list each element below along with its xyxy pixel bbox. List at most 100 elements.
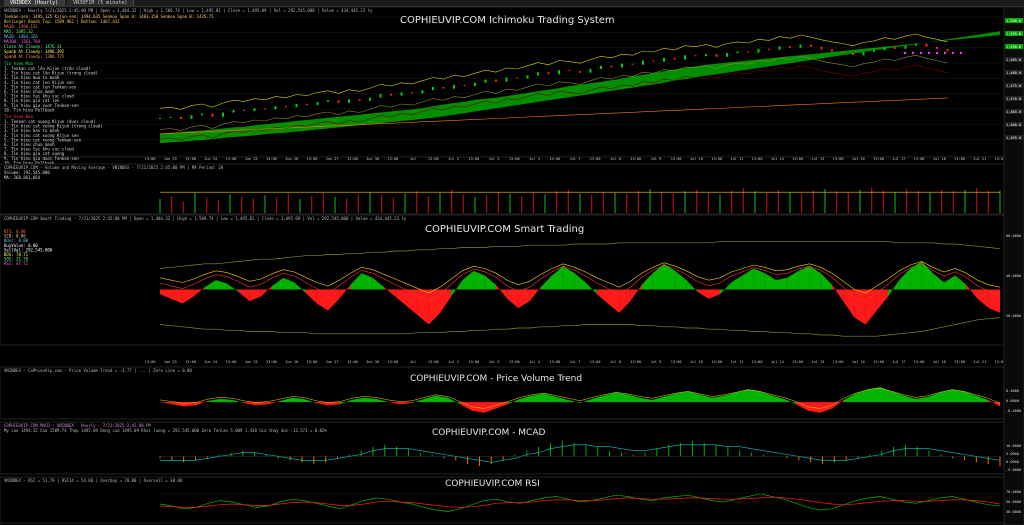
time-axis-label: 13:00 — [549, 360, 560, 364]
candle — [348, 99, 350, 103]
time-axis-label: 13:00 — [226, 157, 237, 161]
candle — [211, 113, 214, 117]
time-axis-label: Jul 14 — [771, 360, 784, 364]
candle — [495, 79, 497, 82]
ichimoku-title: COPHIEUVIP.COM Ichimoku Trading System — [400, 15, 615, 26]
time-axis-label: Jul 21 — [973, 157, 986, 161]
time-axis-label: 13:00 — [590, 157, 601, 161]
time-axis-label: Jul 3 — [489, 360, 500, 364]
candle — [694, 55, 697, 57]
time-axis-label: 13:00 — [428, 360, 439, 364]
volume-ma-readout: MA: 268,861,664 — [4, 175, 41, 180]
macd-axis-label: 5.0000 — [1006, 452, 1019, 456]
time-axis-label: Jun 30 — [366, 157, 379, 161]
time-axis-label: Jul 11 — [730, 360, 743, 364]
time-axis-label: Jul 4 — [529, 157, 540, 161]
candle — [715, 54, 718, 57]
time-axis-label: Jun 26 — [285, 360, 298, 364]
projection-dot — [943, 51, 947, 55]
candle — [379, 93, 382, 98]
time-axis-label: 13:00 — [185, 360, 196, 364]
time-axis-label: 13:00 — [630, 157, 641, 161]
macd-axis-label: -5.0000 — [1006, 468, 1021, 472]
rsi-header: VNINDEX - RSI = 51.79 | RSI14 = 54.86 | … — [4, 478, 183, 483]
rsi-axis-label: 30.0000 — [1006, 510, 1021, 514]
projection-dot — [919, 51, 923, 55]
candle — [736, 51, 739, 54]
time-axis-label: 13:00 — [711, 157, 722, 161]
rsi-title: COPHIEUVIP.COM RSI — [445, 479, 540, 489]
time-axis-label: 13:00 — [428, 157, 439, 161]
price-axis-label: 1,455.0 — [1006, 136, 1021, 140]
time-axis-label: 13:00 — [833, 360, 844, 364]
macd-sub: My cuo 1494.32 Cao 1509.74 Thap 1495.09 … — [4, 428, 327, 433]
candle — [768, 48, 770, 50]
time-axis-label: Jun 27 — [326, 157, 339, 161]
price-axis-label: 1,470.0 — [1006, 97, 1021, 101]
time-axis-label: 13:00 — [711, 360, 722, 364]
smart-title: COPHIEUVIP.COM Smart Trading — [425, 224, 584, 235]
candle — [222, 112, 224, 117]
candle — [505, 77, 508, 82]
candle — [789, 46, 791, 48]
time-axis-label: 13:00 — [549, 157, 560, 161]
candle — [799, 44, 802, 48]
pvt-header: VNINDEX - CoPhieuVip.com - Price Volume … — [4, 368, 192, 373]
candle — [778, 46, 781, 50]
time-axis-label: 13:00 — [954, 360, 965, 364]
candle — [159, 117, 161, 119]
time-axis-label: 13:00 — [630, 360, 641, 364]
candle — [757, 48, 760, 53]
time-axis-label: Jul 8 — [610, 360, 621, 364]
candle — [369, 97, 371, 101]
time-axis-label: Jul 15 — [811, 157, 824, 161]
candle — [180, 116, 182, 119]
candle — [726, 53, 728, 57]
candle — [589, 69, 592, 73]
candle — [558, 70, 560, 75]
time-axis-label: 13:00 — [873, 360, 884, 364]
candle — [264, 108, 266, 110]
time-axis-label: 13:00 — [387, 360, 398, 364]
macd-axis-label: 0.0000 — [1006, 460, 1019, 464]
time-axis-label: 13:00 — [954, 157, 965, 161]
tab-bar: VNINDEX (Hourly) VN30F1M (5 minute) — [0, 0, 1024, 7]
candle — [484, 79, 487, 83]
time-axis-label: Jul 14 — [771, 157, 784, 161]
tab-vnindex[interactable]: VNINDEX (Hourly) — [4, 0, 66, 6]
candle — [526, 75, 529, 79]
time-axis-label: 13:00 — [792, 360, 803, 364]
time-axis-label: 13:00 — [266, 360, 277, 364]
time-axis-label: Jun 23 — [164, 360, 177, 364]
time-axis-label: 13:00 — [347, 360, 358, 364]
time-axis-label: Jul 8 — [610, 157, 621, 161]
candle — [442, 87, 445, 89]
time-axis-label: Jul 3 — [489, 157, 500, 161]
candle — [810, 44, 812, 47]
candle — [411, 92, 413, 94]
time-axis-label: Jul 2 — [448, 157, 459, 161]
time-axis-label: 13:00 — [185, 157, 196, 161]
candle — [537, 72, 539, 76]
candle — [673, 57, 676, 60]
time-axis-label: 13:00 — [590, 360, 601, 364]
candle — [463, 84, 466, 86]
candle — [663, 57, 665, 62]
projection-dot — [927, 51, 931, 55]
time-axis-label: Jul 17 — [892, 157, 905, 161]
candle — [936, 46, 938, 49]
pvt-axis-label: -0.4000 — [1006, 409, 1021, 413]
candle — [316, 101, 319, 106]
time-axis-label: Jul 4 — [529, 360, 540, 364]
time-axis-label: Jul 15 — [811, 360, 824, 364]
buy-signal-item: 10. Tin hieu Pullback — [4, 107, 55, 112]
ichimoku-indicator: SpanB At Cloudy: 1386.775 — [4, 54, 65, 59]
candle — [642, 60, 644, 65]
time-axis-label: 13:00 — [914, 360, 925, 364]
candle — [243, 109, 245, 111]
tab-vn30f1m[interactable]: VN30F1M (5 minute) — [67, 0, 135, 6]
time-axis-label: Jun 23 — [164, 157, 177, 161]
price-axis-label: 1,480.0 — [1006, 71, 1021, 75]
time-axis-label: 13:00 — [752, 360, 763, 364]
time-axis-label: Jul — [410, 157, 417, 161]
